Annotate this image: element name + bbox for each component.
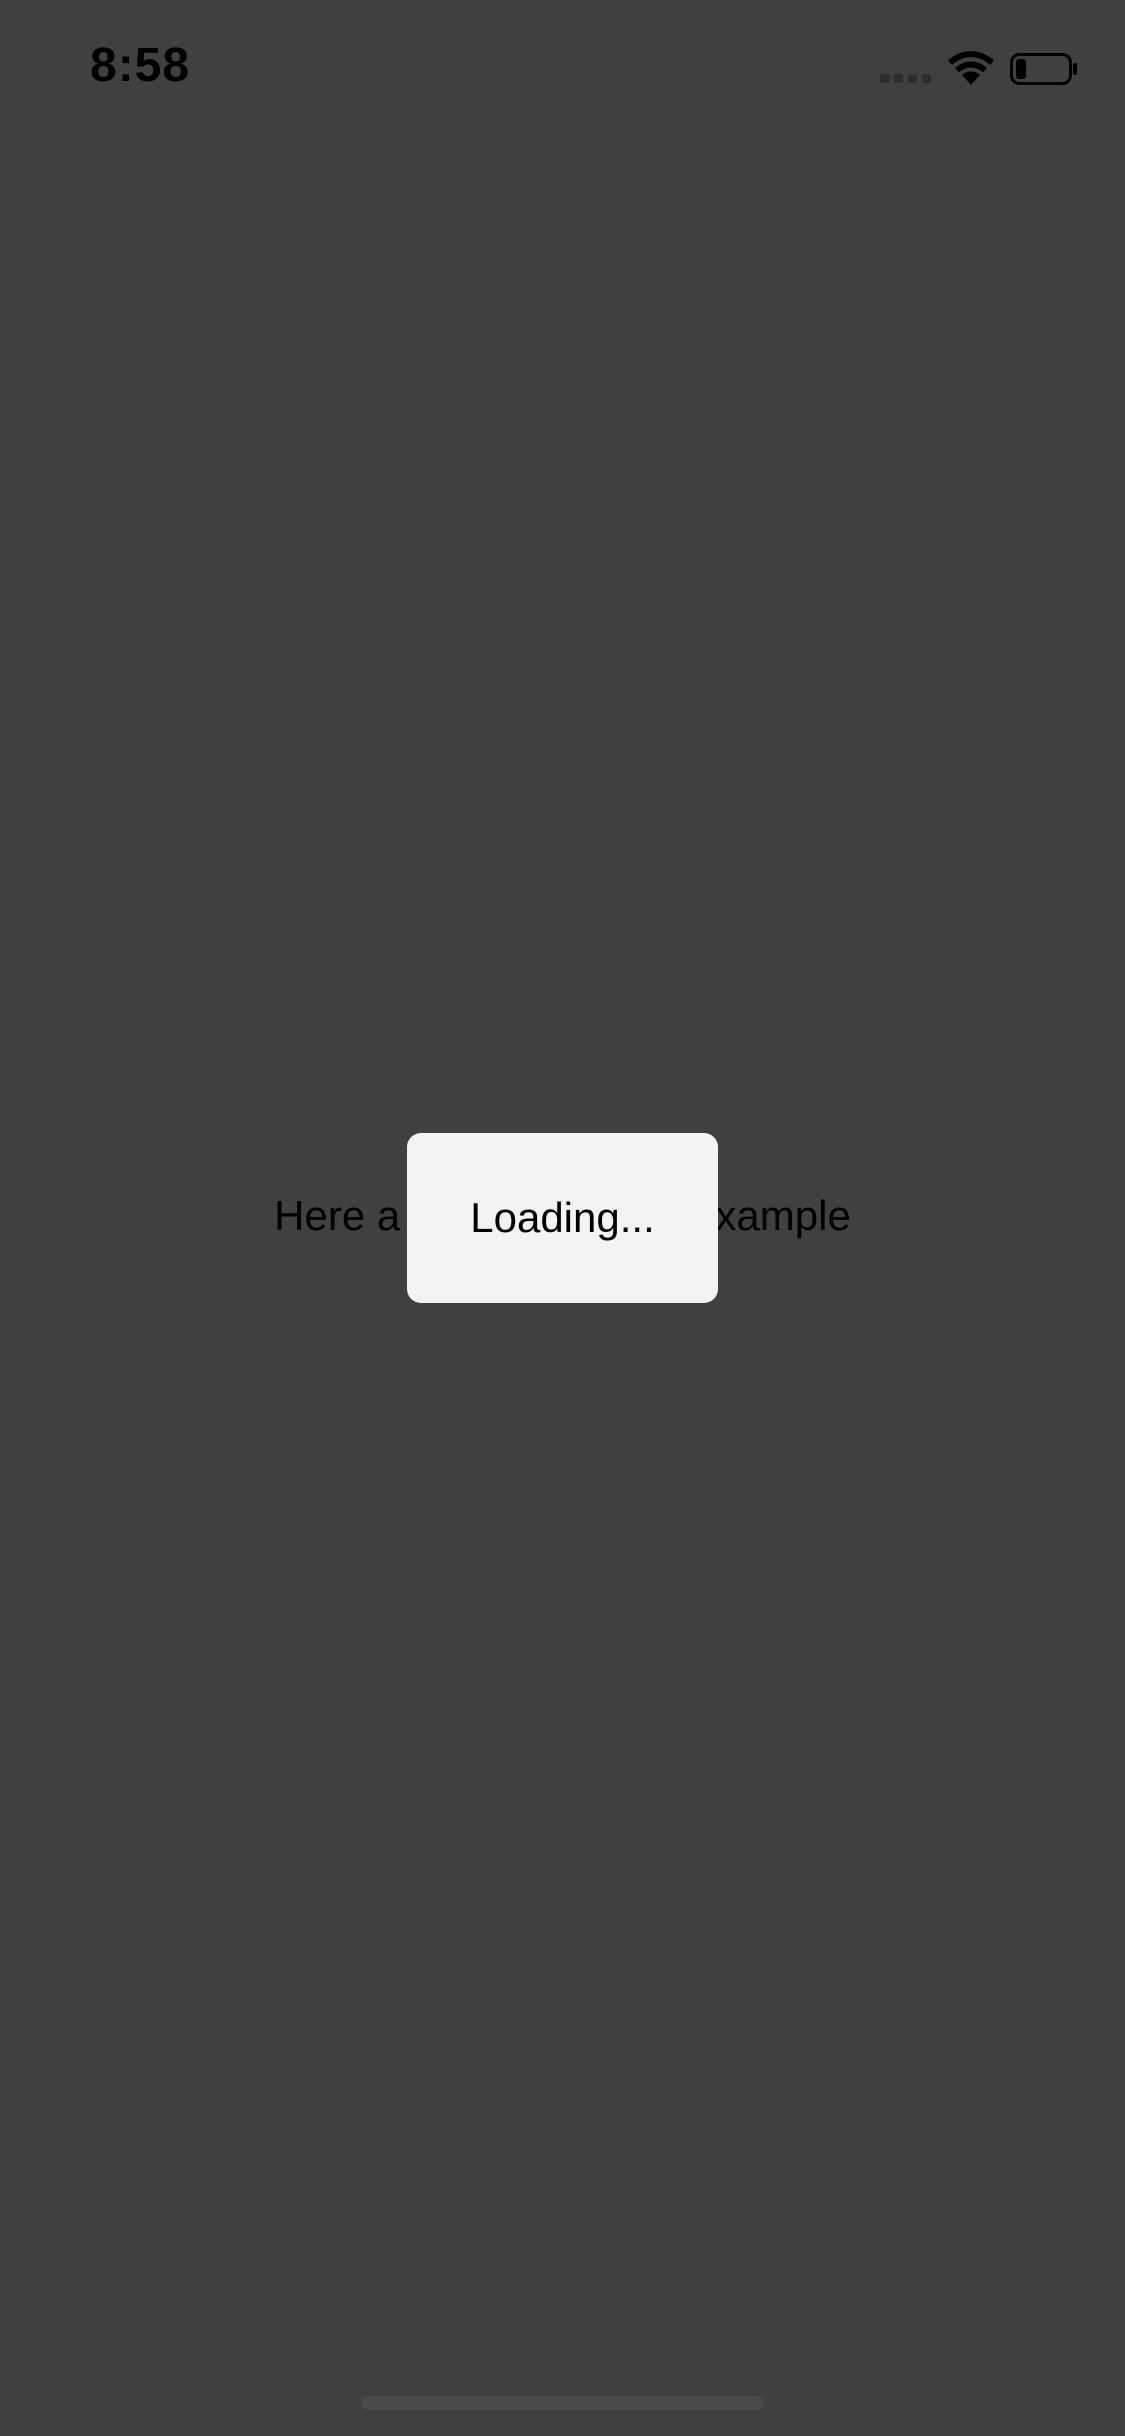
cellular-signal-icon (880, 74, 931, 83)
app-screen: 8:58 Here a simple loading example Loadi… (0, 0, 1125, 2436)
status-bar: 8:58 (0, 0, 1125, 132)
loading-text: Loading... (470, 1194, 655, 1241)
status-time: 8:58 (90, 39, 191, 92)
home-indicator[interactable] (362, 2396, 764, 2410)
battery-icon (1010, 53, 1077, 85)
loading-dialog: Loading... (407, 1133, 718, 1303)
wifi-icon (948, 51, 994, 85)
